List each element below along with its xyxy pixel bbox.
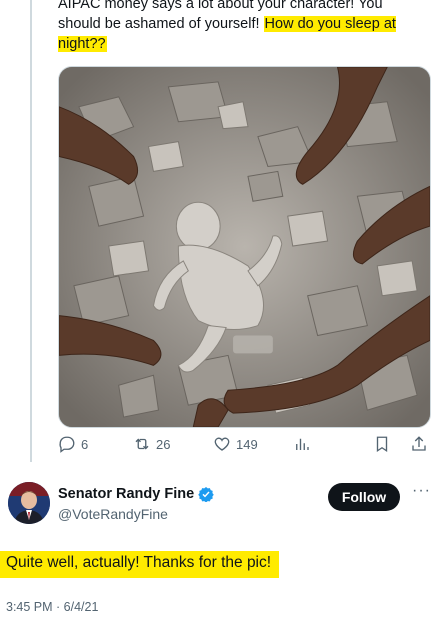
bookmark-icon [376,436,388,453]
tweet-timestamp[interactable]: 3:45 PM · 6/4/21 [6,600,98,614]
reply-action[interactable]: 6 [58,435,88,453]
avatar[interactable] [8,482,50,524]
like-count: 149 [236,436,258,452]
quoted-tweet-text: AIPAC money says a lot about your charac… [58,0,428,54]
heart-icon [214,437,230,451]
share-action[interactable] [410,435,428,453]
rubble-photo-image [59,67,430,427]
reply-tweet-text: Quite well, actually! Thanks for the pic… [0,551,280,578]
author-name-row: Senator Randy Fine [58,486,214,502]
reply-author-row: Senator Randy Fine @VoteRandyFine Follow… [8,480,436,530]
like-action[interactable]: 149 [213,435,258,453]
reply-icon [59,436,75,453]
tweet-media-photo[interactable] [58,66,431,428]
views-action[interactable] [293,435,311,453]
author-handle[interactable]: @VoteRandyFine [58,506,168,522]
author-portrait-image [8,482,50,524]
retweet-icon [135,438,149,450]
thread-connector-line [30,0,32,462]
share-icon [412,436,426,451]
reply-count: 6 [81,436,89,452]
bookmark-action[interactable] [373,435,391,453]
follow-button[interactable]: Follow [328,483,400,511]
verified-badge-icon [198,487,214,502]
quoted-tweet-actions: 6 26 149 [58,435,434,459]
retweet-count: 26 [156,436,171,452]
bar-chart-icon [296,438,309,450]
more-options-icon[interactable]: ··· [412,482,431,500]
retweet-action[interactable]: 26 [133,435,170,453]
author-name[interactable]: Senator Randy Fine [58,486,194,502]
